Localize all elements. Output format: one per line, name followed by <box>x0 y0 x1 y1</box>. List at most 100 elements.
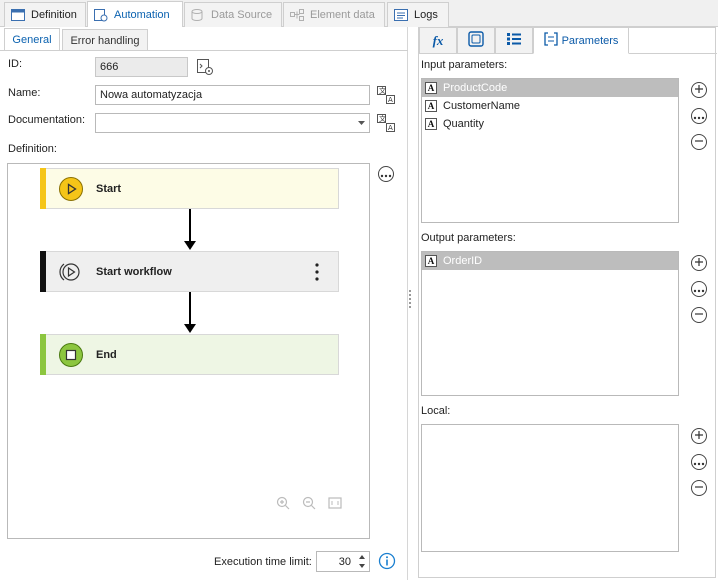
start-workflow-icon <box>57 260 81 284</box>
stepper-arrows-icon <box>357 555 367 573</box>
tab-error-handling[interactable]: Error handling <box>62 29 148 51</box>
parameters-icon <box>543 32 558 49</box>
node-label: End <box>96 348 117 361</box>
definition-label: Definition: <box>8 143 57 155</box>
translate-documentation-button[interactable]: 文A <box>377 114 395 132</box>
tab-functions[interactable]: fx <box>419 28 457 54</box>
divider <box>0 50 408 51</box>
node-label: Start <box>96 182 122 195</box>
input-parameters-label: Input parameters: <box>421 59 508 71</box>
element-data-icon <box>290 9 304 21</box>
panel-splitter[interactable] <box>409 290 411 312</box>
more-horizontal-icon <box>693 456 705 468</box>
edit-output-parameter-button[interactable] <box>691 281 707 297</box>
input-parameters-list[interactable]: A ProductCode A CustomerName A Quantity <box>421 78 679 223</box>
id-settings-button[interactable] <box>196 58 214 76</box>
translate-icon: 文A <box>377 114 395 135</box>
parameters-panel: fx Parameters Input parameters: A Produc… <box>418 27 717 578</box>
list-icon <box>507 33 521 48</box>
remove-input-parameter-button[interactable] <box>691 134 707 150</box>
plus-icon <box>694 430 704 442</box>
remove-local-parameter-button[interactable] <box>691 480 707 496</box>
more-horizontal-icon <box>693 110 705 122</box>
list-item[interactable]: A OrderID <box>422 252 678 270</box>
translate-icon: 文A <box>377 86 395 107</box>
tab-data-source[interactable]: Data Source <box>184 2 282 27</box>
tab-label: Definition <box>31 9 77 21</box>
tab-general[interactable]: General <box>4 28 60 51</box>
node-accent-bar <box>40 168 46 209</box>
add-input-parameter-button[interactable] <box>691 82 707 98</box>
zoom-in-icon <box>276 496 290 513</box>
node-accent-bar <box>40 251 46 292</box>
id-label: ID: <box>8 58 23 70</box>
play-icon <box>59 177 83 201</box>
connector-line <box>189 292 191 325</box>
svg-text:文: 文 <box>379 114 386 123</box>
zoom-in-button[interactable] <box>276 496 290 510</box>
execution-time-label: Execution time limit: <box>214 556 312 568</box>
zoom-out-button[interactable] <box>302 496 316 510</box>
flow-canvas[interactable]: Start Start workflow End <box>7 163 370 539</box>
zoom-out-icon <box>302 496 316 513</box>
tab-definition[interactable]: Definition <box>4 2 86 27</box>
list-item[interactable]: A Quantity <box>422 115 678 133</box>
execution-time-stepper[interactable] <box>357 553 367 570</box>
automation-icon <box>94 8 108 21</box>
more-horizontal-icon <box>380 168 392 180</box>
edit-input-parameter-button[interactable] <box>691 108 707 124</box>
execution-info-button[interactable] <box>378 552 396 570</box>
svg-text:文: 文 <box>379 86 386 95</box>
info-icon <box>378 552 396 573</box>
list-item[interactable]: A CustomerName <box>422 97 678 115</box>
definition-more-button[interactable] <box>378 166 394 182</box>
local-parameters-list[interactable] <box>421 424 679 552</box>
svg-text:A: A <box>388 96 393 104</box>
flow-node-start[interactable]: Start <box>40 168 339 209</box>
tab-list[interactable] <box>495 28 533 54</box>
name-input[interactable]: Nowa automatyzacja <box>95 85 370 105</box>
fx-icon: fx <box>432 32 444 48</box>
param-name: ProductCode <box>443 82 508 94</box>
flow-node-end[interactable]: End <box>40 334 339 375</box>
edit-local-parameter-button[interactable] <box>691 454 707 470</box>
tab-element-data[interactable]: Element data <box>283 2 385 27</box>
svg-text:A: A <box>388 124 393 132</box>
divider <box>629 53 717 54</box>
stop-icon <box>59 343 83 367</box>
tab-variables[interactable] <box>457 28 495 54</box>
minus-icon <box>694 309 704 321</box>
tab-logs[interactable]: Logs <box>387 2 449 27</box>
tab-label: Data Source <box>211 9 273 21</box>
tab-automation[interactable]: Automation <box>87 1 183 27</box>
add-output-parameter-button[interactable] <box>691 255 707 271</box>
flow-node-start-workflow[interactable]: Start workflow <box>40 251 339 292</box>
chevron-down-icon <box>358 117 366 129</box>
fit-view-button[interactable] <box>328 496 342 510</box>
output-parameters-list[interactable]: A OrderID <box>421 251 679 396</box>
more-vertical-icon <box>314 263 320 285</box>
tab-parameters[interactable]: Parameters <box>533 28 629 54</box>
documentation-input[interactable] <box>95 113 370 133</box>
remove-output-parameter-button[interactable] <box>691 307 707 323</box>
node-accent-bar <box>40 334 46 375</box>
documentation-dropdown-arrow[interactable] <box>358 117 368 127</box>
local-parameters-label: Local: <box>421 405 451 417</box>
tab-label: Automation <box>114 8 170 21</box>
more-horizontal-icon <box>693 283 705 295</box>
connector-line <box>189 209 191 242</box>
database-icon <box>191 9 205 22</box>
param-name: Quantity <box>443 118 484 130</box>
definition-icon <box>11 9 25 21</box>
name-label: Name: <box>8 87 41 99</box>
id-settings-icon <box>196 59 214 79</box>
text-type-icon: A <box>425 82 437 94</box>
text-type-icon: A <box>425 100 437 112</box>
plus-icon <box>694 257 704 269</box>
tab-label: Logs <box>414 9 438 21</box>
translate-name-button[interactable]: 文A <box>377 86 395 104</box>
add-local-parameter-button[interactable] <box>691 428 707 444</box>
fit-view-icon <box>328 497 342 513</box>
list-item[interactable]: A ProductCode <box>422 79 678 97</box>
node-menu-button[interactable] <box>314 262 320 282</box>
